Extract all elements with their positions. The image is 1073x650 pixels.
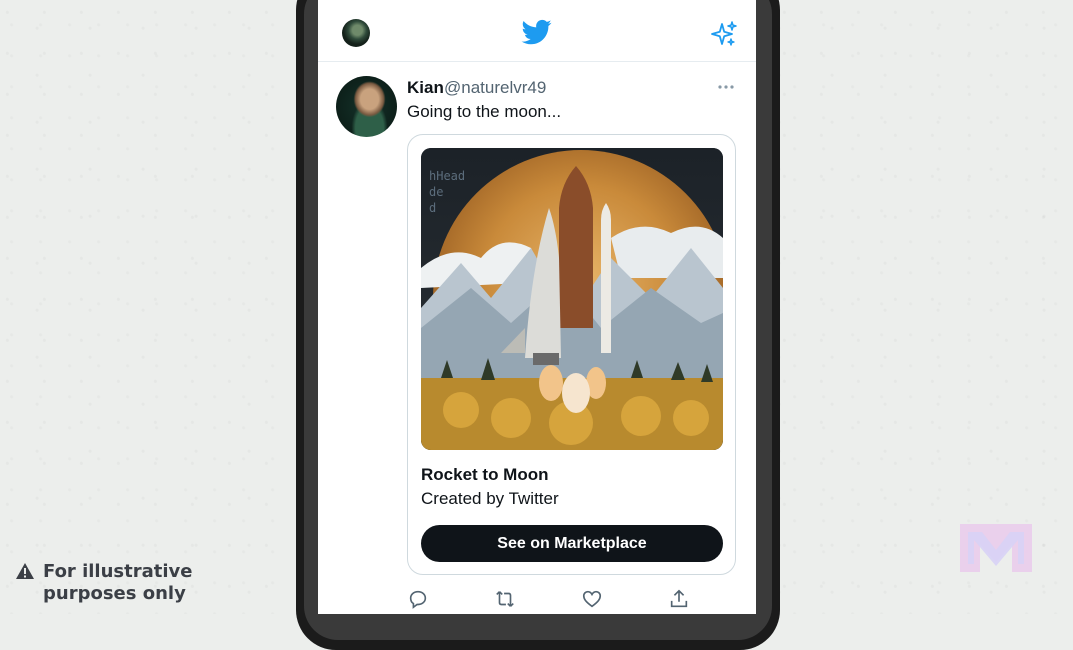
phone-screen: Kian @naturelvr49 Going to the moon... h…	[318, 0, 756, 614]
svg-text:hHead: hHead	[429, 169, 465, 183]
tweet-text: Going to the moon...	[407, 102, 562, 121]
twitter-bird-icon[interactable]	[521, 17, 553, 47]
brand-logo-icon	[960, 524, 1032, 572]
disclaimer-text: For illustrative purposes only	[43, 561, 192, 605]
author-name[interactable]: Kian	[407, 78, 444, 98]
disclaimer-line-2: purposes only	[43, 583, 186, 604]
share-icon[interactable]	[668, 588, 690, 610]
more-icon[interactable]	[717, 78, 735, 96]
svg-text:d: d	[429, 201, 436, 215]
card-title: Rocket to Moon	[421, 465, 549, 484]
author-handle[interactable]: @naturelvr49	[444, 78, 546, 98]
reply-icon[interactable]	[407, 588, 429, 610]
sparkle-icon[interactable]	[710, 20, 738, 48]
rocket-artwork-image: hHead de d	[421, 148, 723, 450]
top-bar	[318, 0, 756, 62]
profile-avatar[interactable]	[342, 19, 370, 47]
tweet[interactable]: Kian @naturelvr49 Going to the moon... h…	[318, 62, 756, 614]
tweet-actions	[318, 584, 756, 614]
see-on-marketplace-button[interactable]: See on Marketplace	[421, 525, 723, 562]
retweet-icon[interactable]	[494, 588, 516, 610]
like-icon[interactable]	[581, 588, 603, 610]
warning-icon	[16, 563, 34, 579]
author-avatar[interactable]	[336, 76, 397, 137]
nft-card[interactable]: hHead de d Rocket to Moon Created by Twi…	[407, 134, 736, 575]
nft-artwork[interactable]: hHead de d	[421, 148, 723, 450]
disclaimer-line-1: For illustrative	[43, 561, 193, 582]
card-subtitle: Created by Twitter	[421, 489, 559, 508]
svg-text:de: de	[429, 185, 443, 199]
